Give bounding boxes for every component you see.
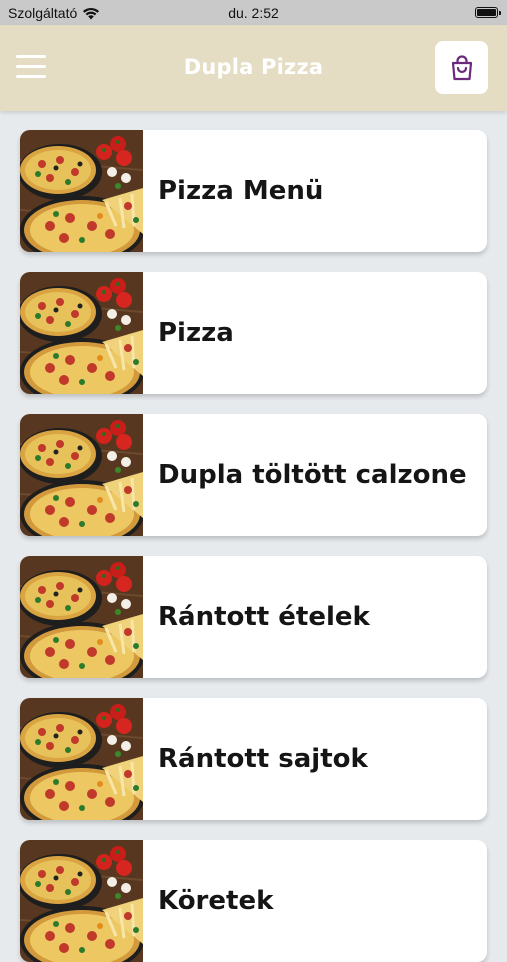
shopping-bag-icon (451, 54, 472, 80)
category-card-breaded-dishes[interactable]: Rántott ételek (20, 556, 487, 678)
category-label: Rántott ételek (158, 602, 370, 632)
pizza-image (20, 698, 143, 820)
category-card-calzone[interactable]: Dupla töltött calzone (20, 414, 487, 536)
page-title: Dupla Pizza (183, 55, 324, 79)
cart-button[interactable] (435, 41, 488, 94)
category-label: Köretek (158, 886, 274, 916)
category-label: Rántott sajtok (158, 744, 368, 774)
app-header: Dupla Pizza (0, 25, 507, 111)
category-card-pizza-menu[interactable]: Pizza Menü (20, 130, 487, 252)
pizza-image (20, 130, 143, 252)
pizza-image (20, 414, 143, 536)
category-card-breaded-cheese[interactable]: Rántott sajtok (20, 698, 487, 820)
pizza-image (20, 556, 143, 678)
category-label: Pizza Menü (158, 176, 324, 206)
status-time: du. 2:52 (228, 5, 279, 21)
pizza-image (20, 272, 143, 394)
category-card-sides[interactable]: Köretek (20, 840, 487, 962)
category-label: Dupla töltött calzone (158, 460, 467, 490)
category-card-pizza[interactable]: Pizza (20, 272, 487, 394)
pizza-image (20, 840, 143, 962)
category-label: Pizza (158, 318, 234, 348)
status-bar: Szolgáltató du. 2:52 (0, 0, 507, 25)
battery-icon (475, 7, 501, 18)
